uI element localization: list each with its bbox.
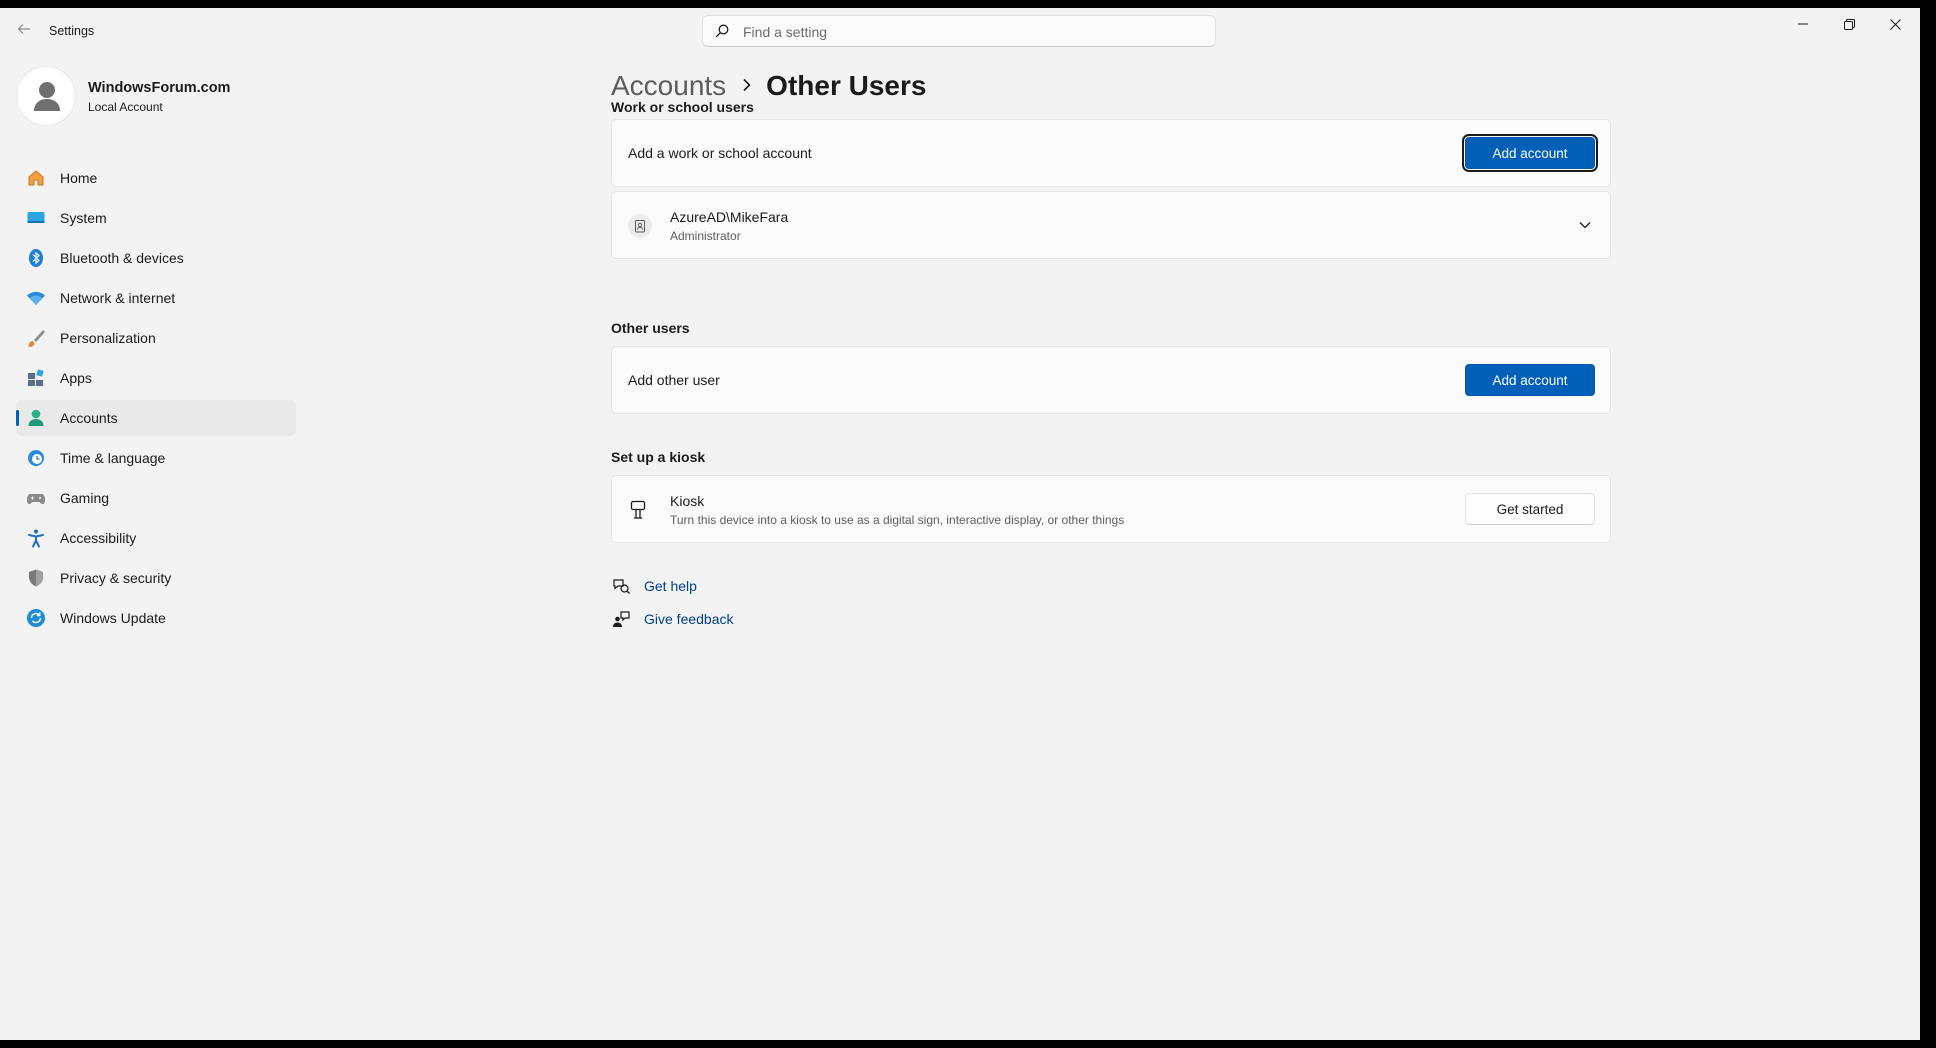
add-work-account-label: Add a work or school account <box>628 145 812 161</box>
minimize-icon <box>1798 23 1808 25</box>
update-icon <box>26 608 46 628</box>
sidebar-item-label: Network & internet <box>60 290 176 306</box>
system-icon <box>26 208 46 228</box>
sidebar-item-label: Windows Update <box>60 610 166 626</box>
add-other-user-card: Add other user Add account <box>611 346 1611 414</box>
accounts-icon <box>26 408 46 428</box>
sidebar-item-apps[interactable]: Apps <box>16 360 296 396</box>
add-other-user-button[interactable]: Add account <box>1465 364 1595 396</box>
close-button[interactable] <box>1872 8 1918 40</box>
sidebar-item-label: Privacy & security <box>60 570 172 586</box>
apps-icon <box>26 368 46 388</box>
back-button[interactable] <box>14 22 34 42</box>
sidebar-item-label: Accessibility <box>60 530 137 546</box>
brush-icon <box>26 328 46 348</box>
search-box[interactable] <box>702 15 1216 47</box>
person-icon <box>34 82 60 111</box>
kiosk-description: Turn this device into a kiosk to use as … <box>670 513 1125 527</box>
feedback-icon <box>611 609 631 629</box>
sidebar-item-system[interactable]: System <box>16 200 296 236</box>
search-input[interactable] <box>741 20 1205 44</box>
work-user-name: AzureAD\MikeFara <box>670 209 789 225</box>
help-chat-icon <box>611 576 631 596</box>
section-title-other-users: Other users <box>611 320 690 336</box>
kiosk-icon <box>630 500 646 525</box>
sidebar-item-label: Time & language <box>60 450 166 466</box>
breadcrumb-parent-link[interactable]: Accounts <box>611 70 726 102</box>
kiosk-card: Kiosk Turn this device into a kiosk to u… <box>611 475 1611 543</box>
sidebar-item-accessibility[interactable]: Accessibility <box>16 520 296 556</box>
shield-icon <box>26 568 46 588</box>
add-work-account-button[interactable]: Add account <box>1462 134 1598 172</box>
profile-name: WindowsForum.com <box>88 80 231 96</box>
title-bar: Settings <box>0 8 1920 56</box>
sidebar-item-label: Gaming <box>60 490 110 506</box>
badge-user-icon <box>628 214 652 238</box>
sidebar-item-time-language[interactable]: Time & language <box>16 440 296 476</box>
restore-button[interactable] <box>1826 8 1872 40</box>
get-started-button[interactable]: Get started <box>1465 493 1595 525</box>
bluetooth-icon <box>26 248 46 268</box>
profile-account-type: Local Account <box>88 100 163 114</box>
give-feedback-row: Give feedback <box>611 608 734 630</box>
sidebar-item-label: Apps <box>60 370 92 386</box>
work-user-card[interactable]: AzureAD\MikeFara Administrator <box>611 191 1611 259</box>
app-title: Settings <box>49 24 95 38</box>
sidebar-item-privacy[interactable]: Privacy & security <box>16 560 296 596</box>
sidebar-item-network[interactable]: Network & internet <box>16 280 296 316</box>
search-icon <box>715 24 729 38</box>
restore-icon <box>1843 18 1855 30</box>
kiosk-title: Kiosk <box>670 493 705 509</box>
sidebar-item-label: Accounts <box>60 410 118 426</box>
chevron-down-icon[interactable] <box>1578 218 1592 237</box>
avatar <box>16 66 76 126</box>
section-title-kiosk: Set up a kiosk <box>611 449 706 465</box>
globe-clock-icon <box>26 448 46 468</box>
close-icon <box>1889 18 1901 30</box>
section-title-work-school: Work or school users <box>611 99 754 115</box>
get-help-row: Get help <box>611 575 697 597</box>
back-arrow-icon <box>17 24 30 34</box>
add-other-user-label: Add other user <box>628 372 720 388</box>
sidebar-item-label: Home <box>60 170 98 186</box>
give-feedback-link[interactable]: Give feedback <box>644 611 734 627</box>
add-work-account-card: Add a work or school account Add account <box>611 119 1611 187</box>
sidebar-item-gaming[interactable]: Gaming <box>16 480 296 516</box>
wifi-icon <box>26 288 46 308</box>
minimize-button[interactable] <box>1780 8 1826 40</box>
sidebar-item-accounts[interactable]: Accounts <box>16 400 296 436</box>
sidebar-item-home[interactable]: Home <box>16 160 296 196</box>
sidebar-item-bluetooth[interactable]: Bluetooth & devices <box>16 240 296 276</box>
get-help-link[interactable]: Get help <box>644 578 697 594</box>
accessibility-icon <box>26 528 46 548</box>
sidebar-item-label: Personalization <box>60 330 156 346</box>
gamepad-icon <box>26 488 46 508</box>
settings-window: Settings WindowsForum.com Local Account <box>0 8 1920 1040</box>
sidebar-item-windows-update[interactable]: Windows Update <box>16 600 296 636</box>
work-user-role: Administrator <box>670 229 741 243</box>
sidebar-item-label: Bluetooth & devices <box>60 250 184 266</box>
chevron-right-icon <box>742 76 752 97</box>
page-title: Other Users <box>766 70 927 101</box>
home-icon <box>26 168 46 188</box>
sidebar-nav: Home System Bluetooth & devices Network … <box>16 160 296 640</box>
sidebar-item-personalization[interactable]: Personalization <box>16 320 296 356</box>
sidebar-item-label: System <box>60 210 107 226</box>
